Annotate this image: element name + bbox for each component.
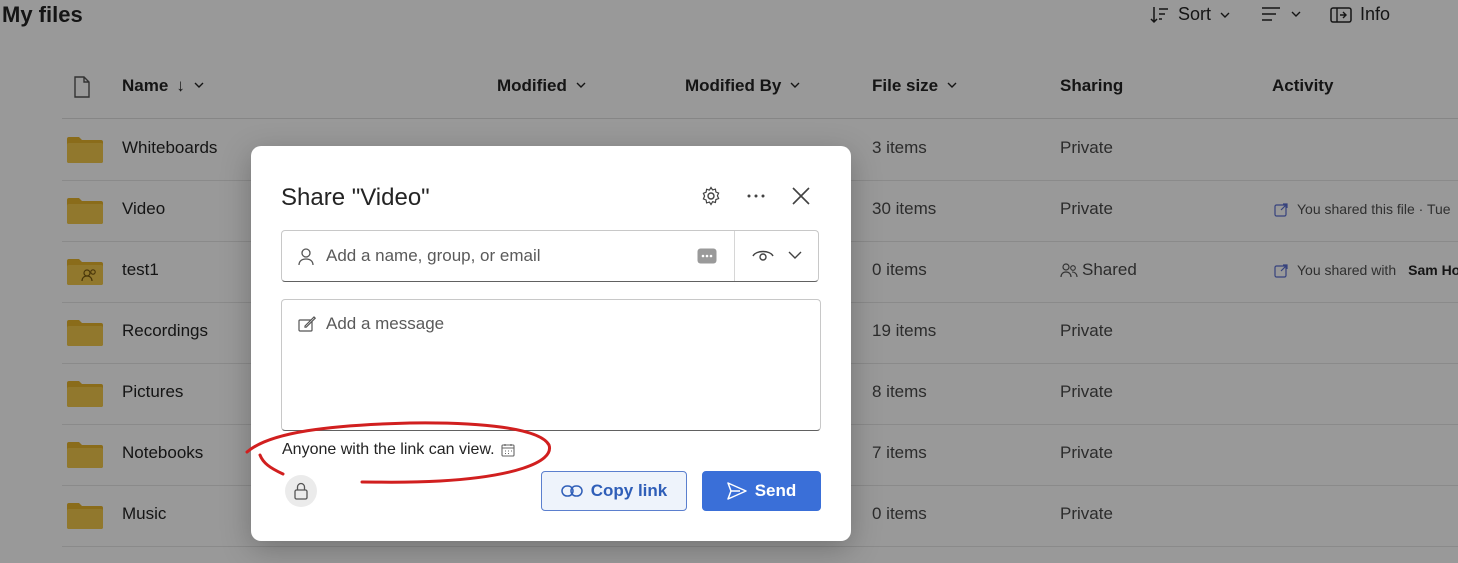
copy-link-button[interactable]: Copy link — [541, 471, 687, 511]
more-icon[interactable] — [744, 184, 768, 208]
people-picker-input[interactable]: Add a name, group, or email — [281, 230, 819, 282]
files-app: My files Sort Info Name ↓ Modified Modif… — [0, 0, 1458, 563]
share-dialog: Share "Video" Add a name, group, or emai… — [251, 146, 851, 541]
permission-dropdown[interactable] — [752, 247, 802, 263]
lock-icon[interactable] — [285, 475, 317, 507]
copy-link-label: Copy link — [590, 481, 668, 500]
send-label: Send — [754, 481, 797, 500]
send-icon — [726, 482, 747, 500]
settings-icon[interactable] — [699, 184, 723, 208]
link-settings-info[interactable]: Anyone with the link can view. — [282, 441, 515, 459]
link-info-text: Anyone with the link can view. — [282, 441, 495, 458]
contact-card-icon[interactable] — [697, 248, 717, 264]
link-icon — [560, 485, 583, 497]
people-placeholder: Add a name, group, or email — [326, 246, 541, 265]
edit-icon — [298, 316, 316, 332]
dialog-title: Share "Video" — [281, 184, 430, 211]
person-icon — [298, 248, 314, 266]
input-divider — [734, 231, 735, 281]
eye-icon — [752, 250, 774, 261]
message-placeholder: Add a message — [326, 314, 445, 333]
send-button[interactable]: Send — [702, 471, 821, 511]
message-textarea[interactable]: Add a message — [281, 299, 821, 431]
calendar-icon — [501, 444, 515, 457]
chevron-down-icon — [788, 251, 802, 259]
close-icon[interactable] — [789, 184, 813, 208]
